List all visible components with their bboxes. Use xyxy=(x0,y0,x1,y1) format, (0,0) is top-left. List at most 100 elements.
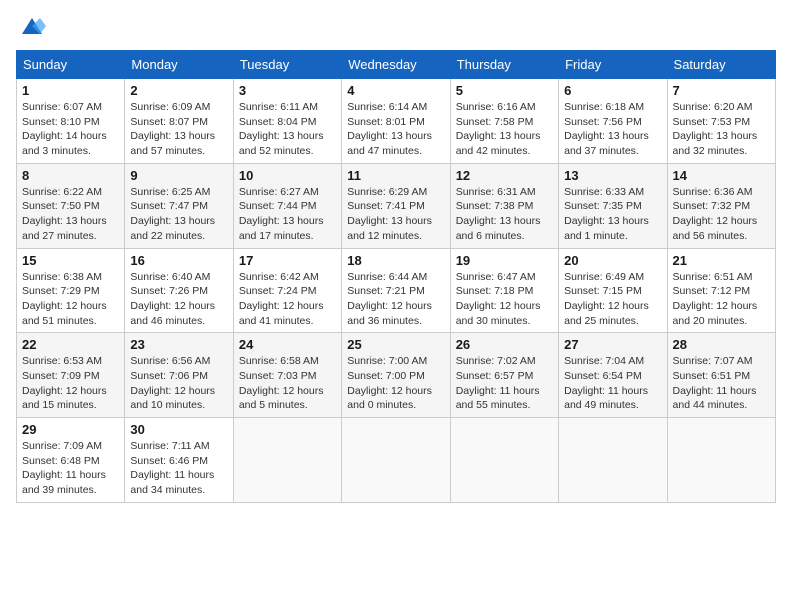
daylight-label: Daylight: 13 hours and 47 minutes. xyxy=(347,130,432,157)
sunset-label: Sunset: 7:24 PM xyxy=(239,285,317,297)
header-wednesday: Wednesday xyxy=(342,51,450,79)
sunrise-label: Sunrise: 6:07 AM xyxy=(22,101,102,113)
daylight-label: Daylight: 13 hours and 57 minutes. xyxy=(130,130,215,157)
day-info: Sunrise: 7:00 AM Sunset: 7:00 PM Dayligh… xyxy=(347,354,444,413)
day-number: 29 xyxy=(22,422,119,437)
calendar-cell: 23 Sunrise: 6:56 AM Sunset: 7:06 PM Dayl… xyxy=(125,333,233,418)
calendar-week-4: 22 Sunrise: 6:53 AM Sunset: 7:09 PM Dayl… xyxy=(17,333,776,418)
sunset-label: Sunset: 7:35 PM xyxy=(564,200,642,212)
header-friday: Friday xyxy=(559,51,667,79)
sunset-label: Sunset: 7:53 PM xyxy=(673,116,751,128)
day-info: Sunrise: 6:27 AM Sunset: 7:44 PM Dayligh… xyxy=(239,185,336,244)
day-info: Sunrise: 7:04 AM Sunset: 6:54 PM Dayligh… xyxy=(564,354,661,413)
sunset-label: Sunset: 6:48 PM xyxy=(22,455,100,467)
header-tuesday: Tuesday xyxy=(233,51,341,79)
header-monday: Monday xyxy=(125,51,233,79)
daylight-label: Daylight: 12 hours and 36 minutes. xyxy=(347,300,432,327)
logo xyxy=(16,16,46,40)
daylight-label: Daylight: 13 hours and 42 minutes. xyxy=(456,130,541,157)
sunset-label: Sunset: 7:06 PM xyxy=(130,370,208,382)
daylight-label: Daylight: 13 hours and 37 minutes. xyxy=(564,130,649,157)
sunset-label: Sunset: 8:01 PM xyxy=(347,116,425,128)
calendar-cell: 28 Sunrise: 7:07 AM Sunset: 6:51 PM Dayl… xyxy=(667,333,775,418)
sunset-label: Sunset: 7:12 PM xyxy=(673,285,751,297)
calendar-cell: 5 Sunrise: 6:16 AM Sunset: 7:58 PM Dayli… xyxy=(450,79,558,164)
sunrise-label: Sunrise: 6:53 AM xyxy=(22,355,102,367)
sunrise-label: Sunrise: 6:11 AM xyxy=(239,101,318,113)
sunset-label: Sunset: 7:50 PM xyxy=(22,200,100,212)
sunrise-label: Sunrise: 7:00 AM xyxy=(347,355,427,367)
daylight-label: Daylight: 11 hours and 55 minutes. xyxy=(456,385,540,412)
daylight-label: Daylight: 11 hours and 44 minutes. xyxy=(673,385,757,412)
day-info: Sunrise: 6:56 AM Sunset: 7:06 PM Dayligh… xyxy=(130,354,227,413)
sunset-label: Sunset: 7:09 PM xyxy=(22,370,100,382)
calendar-cell: 11 Sunrise: 6:29 AM Sunset: 7:41 PM Dayl… xyxy=(342,163,450,248)
sunrise-label: Sunrise: 6:20 AM xyxy=(673,101,753,113)
sunrise-label: Sunrise: 6:29 AM xyxy=(347,186,427,198)
header-saturday: Saturday xyxy=(667,51,775,79)
day-number: 9 xyxy=(130,168,227,183)
calendar-cell: 25 Sunrise: 7:00 AM Sunset: 7:00 PM Dayl… xyxy=(342,333,450,418)
day-info: Sunrise: 6:40 AM Sunset: 7:26 PM Dayligh… xyxy=(130,270,227,329)
calendar-cell: 15 Sunrise: 6:38 AM Sunset: 7:29 PM Dayl… xyxy=(17,248,125,333)
day-number: 27 xyxy=(564,337,661,352)
daylight-label: Daylight: 14 hours and 3 minutes. xyxy=(22,130,107,157)
day-number: 20 xyxy=(564,253,661,268)
day-number: 10 xyxy=(239,168,336,183)
day-info: Sunrise: 6:49 AM Sunset: 7:15 PM Dayligh… xyxy=(564,270,661,329)
header-sunday: Sunday xyxy=(17,51,125,79)
daylight-label: Daylight: 11 hours and 49 minutes. xyxy=(564,385,648,412)
day-info: Sunrise: 6:42 AM Sunset: 7:24 PM Dayligh… xyxy=(239,270,336,329)
sunrise-label: Sunrise: 7:11 AM xyxy=(130,440,209,452)
day-info: Sunrise: 6:16 AM Sunset: 7:58 PM Dayligh… xyxy=(456,100,553,159)
day-number: 24 xyxy=(239,337,336,352)
sunset-label: Sunset: 6:57 PM xyxy=(456,370,534,382)
daylight-label: Daylight: 13 hours and 27 minutes. xyxy=(22,215,107,242)
day-number: 4 xyxy=(347,83,444,98)
daylight-label: Daylight: 12 hours and 15 minutes. xyxy=(22,385,107,412)
calendar-cell: 17 Sunrise: 6:42 AM Sunset: 7:24 PM Dayl… xyxy=(233,248,341,333)
daylight-label: Daylight: 12 hours and 46 minutes. xyxy=(130,300,215,327)
header-thursday: Thursday xyxy=(450,51,558,79)
daylight-label: Daylight: 13 hours and 17 minutes. xyxy=(239,215,324,242)
day-number: 12 xyxy=(456,168,553,183)
sunset-label: Sunset: 7:03 PM xyxy=(239,370,317,382)
sunset-label: Sunset: 7:26 PM xyxy=(130,285,208,297)
day-info: Sunrise: 6:47 AM Sunset: 7:18 PM Dayligh… xyxy=(456,270,553,329)
sunset-label: Sunset: 7:18 PM xyxy=(456,285,534,297)
sunset-label: Sunset: 7:47 PM xyxy=(130,200,208,212)
day-info: Sunrise: 6:36 AM Sunset: 7:32 PM Dayligh… xyxy=(673,185,770,244)
calendar-cell: 14 Sunrise: 6:36 AM Sunset: 7:32 PM Dayl… xyxy=(667,163,775,248)
calendar-cell xyxy=(559,418,667,503)
sunrise-label: Sunrise: 6:49 AM xyxy=(564,271,644,283)
calendar-cell: 1 Sunrise: 6:07 AM Sunset: 8:10 PM Dayli… xyxy=(17,79,125,164)
calendar-header-row: SundayMondayTuesdayWednesdayThursdayFrid… xyxy=(17,51,776,79)
daylight-label: Daylight: 12 hours and 10 minutes. xyxy=(130,385,215,412)
day-number: 11 xyxy=(347,168,444,183)
sunset-label: Sunset: 7:44 PM xyxy=(239,200,317,212)
day-number: 1 xyxy=(22,83,119,98)
day-number: 13 xyxy=(564,168,661,183)
day-number: 5 xyxy=(456,83,553,98)
calendar-table: SundayMondayTuesdayWednesdayThursdayFrid… xyxy=(16,50,776,503)
calendar-week-2: 8 Sunrise: 6:22 AM Sunset: 7:50 PM Dayli… xyxy=(17,163,776,248)
calendar-cell: 13 Sunrise: 6:33 AM Sunset: 7:35 PM Dayl… xyxy=(559,163,667,248)
day-info: Sunrise: 6:18 AM Sunset: 7:56 PM Dayligh… xyxy=(564,100,661,159)
sunset-label: Sunset: 8:10 PM xyxy=(22,116,100,128)
sunrise-label: Sunrise: 7:02 AM xyxy=(456,355,536,367)
calendar-week-3: 15 Sunrise: 6:38 AM Sunset: 7:29 PM Dayl… xyxy=(17,248,776,333)
calendar-cell xyxy=(667,418,775,503)
daylight-label: Daylight: 13 hours and 22 minutes. xyxy=(130,215,215,242)
calendar-cell: 10 Sunrise: 6:27 AM Sunset: 7:44 PM Dayl… xyxy=(233,163,341,248)
day-info: Sunrise: 6:25 AM Sunset: 7:47 PM Dayligh… xyxy=(130,185,227,244)
day-number: 6 xyxy=(564,83,661,98)
calendar-cell: 24 Sunrise: 6:58 AM Sunset: 7:03 PM Dayl… xyxy=(233,333,341,418)
sunset-label: Sunset: 7:00 PM xyxy=(347,370,425,382)
calendar-cell xyxy=(233,418,341,503)
day-number: 7 xyxy=(673,83,770,98)
day-number: 3 xyxy=(239,83,336,98)
day-info: Sunrise: 7:07 AM Sunset: 6:51 PM Dayligh… xyxy=(673,354,770,413)
sunrise-label: Sunrise: 6:36 AM xyxy=(673,186,753,198)
calendar-cell: 3 Sunrise: 6:11 AM Sunset: 8:04 PM Dayli… xyxy=(233,79,341,164)
calendar-cell: 18 Sunrise: 6:44 AM Sunset: 7:21 PM Dayl… xyxy=(342,248,450,333)
